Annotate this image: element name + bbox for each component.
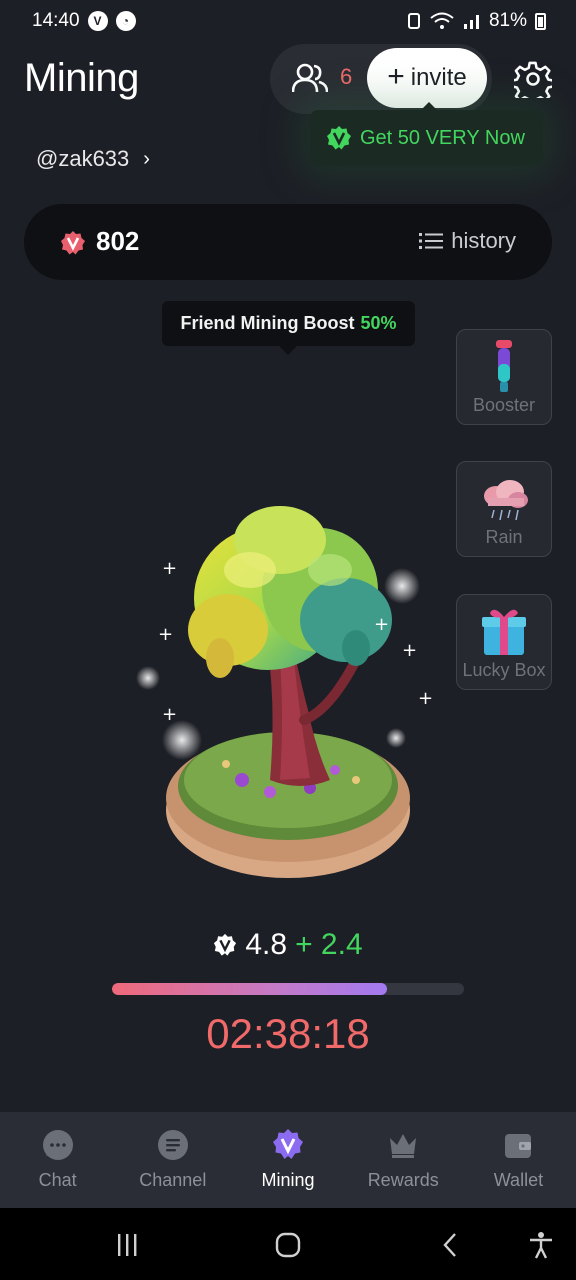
lucky-box-button[interactable]: Lucky Box [456, 594, 552, 690]
back-icon[interactable] [436, 1230, 466, 1260]
status-bar: 14:40 V ◔ 81% [0, 0, 576, 42]
invite-label: invite [410, 64, 467, 91]
friends-count[interactable]: 6 [340, 64, 352, 90]
nav-item-rewards[interactable]: Rewards [346, 1112, 461, 1208]
chevron-right-icon: › [143, 147, 150, 170]
list-icon [419, 233, 444, 249]
wallet-icon [505, 1134, 532, 1158]
nav-label-chat: Chat [38, 1170, 77, 1190]
very-token-icon [214, 933, 237, 956]
balance-bar: 802 history [24, 204, 552, 280]
very-token-icon [61, 231, 85, 255]
mining-timer: 02:38:18 [206, 1010, 370, 1057]
very-notification-icon: V [87, 11, 108, 31]
channel-icon [157, 1130, 188, 1160]
battery-percent: 81% [488, 10, 527, 31]
promo-text: Get 50 VERY Now [360, 126, 525, 149]
mining-progress-bar [112, 983, 464, 995]
invite-button[interactable]: + invite [367, 48, 487, 108]
mining-tree-illustration[interactable]: + + + + + + [130, 480, 450, 900]
recent-apps-icon[interactable] [112, 1230, 142, 1260]
app-notification-icon: ◔ [115, 11, 136, 31]
gift-box-icon [482, 609, 526, 655]
boost-label: Friend Mining Boost [180, 313, 355, 333]
nav-label-wallet: Wallet [493, 1170, 544, 1190]
status-right: 81% [407, 10, 546, 32]
status-time: 14:40 [32, 10, 80, 31]
nav-label-rewards: Rewards [367, 1170, 439, 1190]
recycle-icon [407, 13, 420, 29]
friend-mining-boost-tooltip: Friend Mining Boost 50% [162, 301, 415, 355]
nav-label-channel: Channel [139, 1170, 207, 1190]
rain-cloud-icon [484, 480, 528, 521]
username-link[interactable]: @zak633 › [36, 146, 150, 172]
nav-item-chat[interactable]: Chat [0, 1112, 115, 1208]
mining-bonus: + 2.4 [295, 928, 363, 961]
svg-text:+: + [158, 624, 173, 645]
svg-text:+: + [162, 704, 177, 725]
crown-icon [390, 1134, 417, 1158]
svg-text:+: + [418, 688, 433, 709]
nav-item-wallet[interactable]: Wallet [461, 1112, 576, 1208]
booster-label: Booster [472, 395, 536, 415]
chat-icon [42, 1130, 73, 1160]
bottom-nav: Chat Channel Mining Rewards Wallet [0, 1112, 576, 1208]
mining-rate-row: 4.8 + 2.4 [0, 925, 576, 965]
rain-label: Rain [485, 527, 523, 547]
username: @zak633 [36, 146, 130, 171]
settings-gear-icon[interactable] [514, 60, 552, 98]
mining-v-icon [273, 1129, 303, 1159]
signal-icon [463, 15, 479, 29]
battery-icon [535, 12, 546, 30]
history-button[interactable]: history [419, 228, 516, 254]
history-label: history [451, 228, 516, 253]
status-left: 14:40 V ◔ [32, 10, 136, 32]
mining-rate: 4.8 [245, 928, 288, 961]
lucky-box-label: Lucky Box [462, 660, 546, 680]
friends-icon[interactable] [292, 62, 328, 94]
mining-progress-fill [112, 983, 387, 995]
very-badge-icon [327, 126, 351, 150]
nav-label-mining: Mining [261, 1170, 315, 1190]
accessibility-icon[interactable] [526, 1230, 556, 1260]
home-icon[interactable] [273, 1230, 303, 1260]
wifi-icon [430, 12, 454, 29]
svg-text:+: + [162, 558, 177, 579]
booster-button[interactable]: Booster [456, 329, 552, 425]
plus-icon: + [387, 59, 405, 93]
get-very-promo[interactable]: Get 50 VERY Now [310, 102, 543, 166]
booster-bottle-icon [496, 340, 512, 392]
nav-item-channel[interactable]: Channel [115, 1112, 230, 1208]
page-title: Mining [24, 56, 139, 100]
svg-text:+: + [374, 614, 389, 635]
nav-item-mining[interactable]: Mining [230, 1112, 345, 1208]
svg-text:+: + [402, 640, 417, 661]
balance-value: 802 [96, 226, 140, 256]
rain-button[interactable]: Rain [456, 461, 552, 557]
system-navigation-bar [0, 1208, 576, 1280]
boost-percent: 50% [360, 313, 397, 333]
